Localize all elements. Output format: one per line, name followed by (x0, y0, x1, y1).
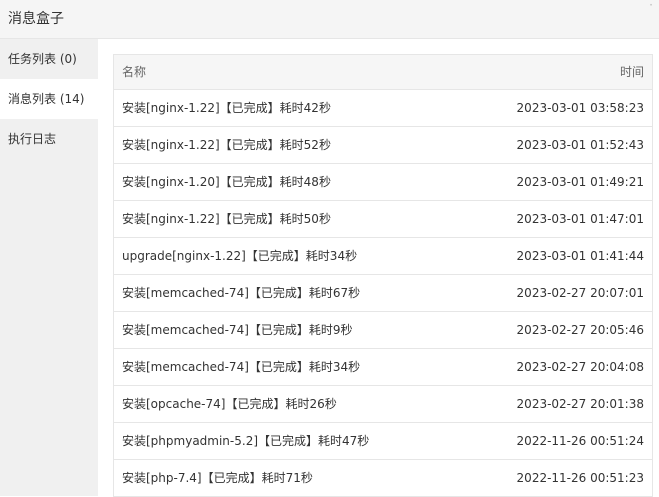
row-name: 安装[php-7.4]【已完成】耗时71秒 (122, 471, 313, 485)
row-time: 2022-11-26 00:51:24 (516, 434, 644, 448)
row-name: 安装[memcached-74]【已完成】耗时9秒 (122, 323, 353, 337)
sidebar-item-messages[interactable]: 消息列表 (14) (0, 79, 98, 119)
table-row[interactable]: 安装[nginx-1.22]【已完成】耗时42秒 2023-03-01 03:5… (114, 90, 652, 127)
row-name: 安装[memcached-74]【已完成】耗时67秒 (122, 286, 361, 300)
message-table: 名称 时间 安装[nginx-1.22]【已完成】耗时42秒 2023-03-0… (113, 54, 653, 497)
sidebar-item-label: 任务列表 (0) (8, 52, 77, 66)
row-name: upgrade[nginx-1.22]【已完成】耗时34秒 (122, 249, 358, 263)
table-row[interactable]: 安装[nginx-1.22]【已完成】耗时50秒 2023-03-01 01:4… (114, 201, 652, 238)
row-name: 安装[memcached-74]【已完成】耗时34秒 (122, 360, 361, 374)
table-row[interactable]: 安装[nginx-1.20]【已完成】耗时48秒 2023-03-01 01:4… (114, 164, 652, 201)
row-time: 2023-02-27 20:05:46 (516, 323, 644, 337)
row-time: 2023-03-01 01:41:44 (516, 249, 644, 263)
table-header: 名称 时间 (114, 55, 652, 90)
table-row[interactable]: 安装[php-7.4]【已完成】耗时71秒 2022-11-26 00:51:2… (114, 460, 652, 497)
row-time: 2022-11-26 00:51:23 (516, 471, 644, 485)
message-panel: 名称 时间 安装[nginx-1.22]【已完成】耗时42秒 2023-03-0… (98, 39, 659, 497)
row-time: 2023-03-01 03:58:23 (516, 101, 644, 115)
sidebar-item-logs[interactable]: 执行日志 (0, 119, 98, 159)
table-row[interactable]: 安装[phpmyadmin-5.2]【已完成】耗时47秒 2022-11-26 … (114, 423, 652, 460)
row-name: 安装[opcache-74]【已完成】耗时26秒 (122, 397, 337, 411)
row-time: 2023-03-01 01:52:43 (516, 138, 644, 152)
sidebar-item-label: 消息列表 (14) (8, 92, 85, 106)
column-header-time: 时间 (619, 65, 644, 79)
row-time: 2023-03-01 01:47:01 (516, 212, 644, 226)
row-time: 2023-03-01 01:49:21 (516, 175, 644, 189)
table-row[interactable]: 安装[memcached-74]【已完成】耗时34秒 2023-02-27 20… (114, 349, 652, 386)
row-name: 安装[nginx-1.22]【已完成】耗时42秒 (122, 101, 331, 115)
column-header-name: 名称 (122, 65, 147, 79)
table-row[interactable]: upgrade[nginx-1.22]【已完成】耗时34秒 2023-03-01… (114, 238, 652, 275)
sidebar: 任务列表 (0) 消息列表 (14) 执行日志 (0, 39, 98, 496)
row-name: 安装[nginx-1.20]【已完成】耗时48秒 (122, 175, 331, 189)
row-name: 安装[nginx-1.22]【已完成】耗时52秒 (122, 138, 331, 152)
row-name: 安装[phpmyadmin-5.2]【已完成】耗时47秒 (122, 434, 370, 448)
row-time: 2023-02-27 20:04:08 (516, 360, 644, 374)
sidebar-item-tasks[interactable]: 任务列表 (0) (0, 39, 98, 79)
row-time: 2023-02-27 20:07:01 (516, 286, 644, 300)
row-time: 2023-02-27 20:01:38 (516, 397, 644, 411)
table-row[interactable]: 安装[memcached-74]【已完成】耗时67秒 2023-02-27 20… (114, 275, 652, 312)
table-row[interactable]: 安装[memcached-74]【已完成】耗时9秒 2023-02-27 20:… (114, 312, 652, 349)
table-row[interactable]: 安装[opcache-74]【已完成】耗时26秒 2023-02-27 20:0… (114, 386, 652, 423)
table-row[interactable]: 安装[nginx-1.22]【已完成】耗时52秒 2023-03-01 01:5… (114, 127, 652, 164)
row-name: 安装[nginx-1.22]【已完成】耗时50秒 (122, 212, 331, 226)
window-title: 消息盒子 (8, 11, 64, 27)
window-header: 消息盒子 · (0, 0, 659, 39)
sidebar-item-label: 执行日志 (8, 132, 57, 146)
close-icon[interactable]: · (649, 0, 653, 11)
